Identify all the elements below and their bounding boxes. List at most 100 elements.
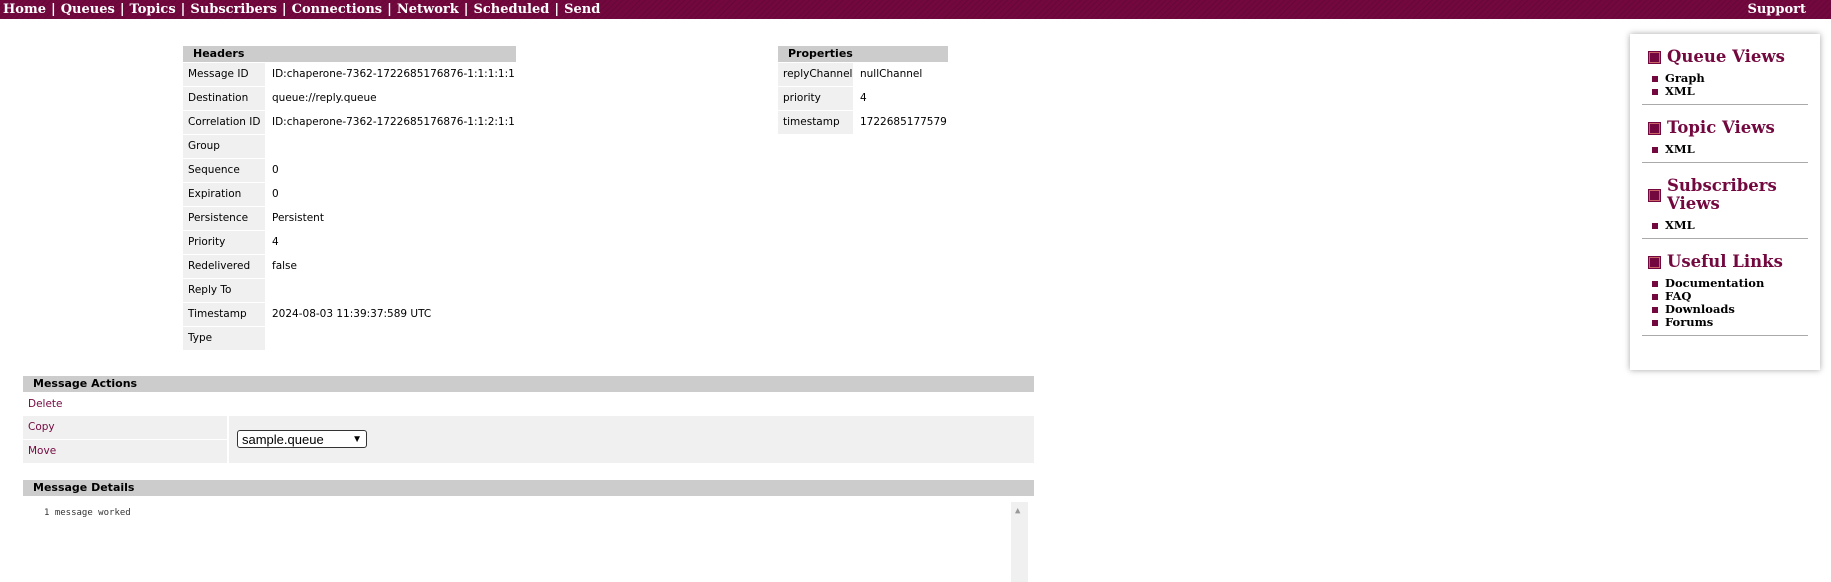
sidebar-section-title: Topic Views	[1667, 118, 1775, 137]
header-key: Group	[183, 135, 265, 158]
table-row: replyChannel nullChannel	[778, 62, 948, 86]
bullet-icon	[1652, 146, 1658, 153]
table-row: Destination queue://reply.queue	[183, 86, 516, 110]
nav-support[interactable]: Support	[1747, 2, 1806, 17]
bullet-icon	[1652, 75, 1658, 82]
bullet-icon	[1652, 280, 1658, 287]
header-value: Persistent	[272, 212, 324, 224]
sidebar-link-list: Graph XML	[1652, 72, 1808, 98]
header-value	[265, 135, 272, 158]
sidebar-section-queue-views: Queue Views Graph XML	[1642, 34, 1808, 105]
bullet-icon	[1652, 306, 1658, 313]
message-body-textarea[interactable]: 1 message worked ▲	[23, 502, 1028, 582]
copy-move-actions: Copy Move	[23, 416, 227, 464]
nav-separator: |	[281, 2, 287, 17]
header-value: queue://reply.queue	[272, 92, 377, 104]
property-key: timestamp	[778, 111, 853, 134]
sidebar-section-title: Queue Views	[1667, 47, 1785, 66]
table-row: priority 4	[778, 86, 948, 110]
bullet-icon	[1652, 319, 1658, 326]
sidebar-title: Subscribers Views	[1648, 177, 1808, 213]
table-row: Persistence Persistent	[183, 206, 516, 230]
message-body-text: 1 message worked	[44, 508, 131, 518]
header-value	[265, 327, 272, 350]
nav-topics[interactable]: Topics	[130, 2, 176, 17]
header-value: ID:chaperone-7362-1722685176876-1:1:2:1:…	[272, 116, 515, 128]
message-details-panel: Message Details 1 message worked ▲	[23, 480, 1034, 582]
square-bullet-icon	[1648, 188, 1661, 202]
destination-select-cell: sample.queue ▼	[229, 416, 1034, 463]
header-key: Destination	[183, 87, 265, 110]
list-item: XML	[1652, 85, 1808, 98]
sidebar-title: Useful Links	[1648, 253, 1808, 271]
sidebar-section-subscribers-views: Subscribers Views XML	[1642, 163, 1808, 239]
table-row: Group	[183, 134, 516, 158]
list-item: XML	[1652, 219, 1808, 232]
header-value	[265, 279, 272, 302]
header-value: ID:chaperone-7362-1722685176876-1:1:1:1:…	[272, 68, 515, 80]
header-key: Expiration	[183, 183, 265, 206]
table-row: Correlation ID ID:chaperone-7362-17226851…	[183, 110, 516, 134]
sidebar-link-xml[interactable]: XML	[1665, 85, 1695, 98]
table-row: Timestamp 2024-08-03 11:39:37:589 UTC	[183, 302, 516, 326]
square-bullet-icon	[1648, 255, 1661, 269]
scroll-up-icon[interactable]: ▲	[1015, 506, 1020, 516]
nav-separator: |	[463, 2, 469, 17]
copy-cell: Copy	[23, 416, 227, 439]
table-row: Reply To	[183, 278, 516, 302]
table-row: Message ID ID:chaperone-7362-172268517687…	[183, 62, 516, 86]
table-row: Priority 4	[183, 230, 516, 254]
nav-home[interactable]: Home	[3, 2, 46, 17]
sidebar-section-title: Useful Links	[1667, 252, 1783, 271]
nav-separator: |	[180, 2, 186, 17]
properties-title: Properties	[778, 46, 948, 62]
copy-link[interactable]: Copy	[28, 421, 55, 433]
nav-connections[interactable]: Connections	[292, 2, 383, 17]
bullet-icon	[1652, 293, 1658, 300]
selected-queue-value: sample.queue	[242, 432, 324, 447]
message-details-title: Message Details	[23, 480, 1034, 496]
destination-queue-select[interactable]: sample.queue ▼	[237, 430, 367, 448]
square-bullet-icon	[1648, 121, 1661, 135]
nav-separator: |	[554, 2, 560, 17]
table-row: Type	[183, 326, 516, 350]
header-key: Timestamp	[183, 303, 265, 326]
header-key: Persistence	[183, 207, 265, 230]
sidebar-link-forums[interactable]: Forums	[1665, 316, 1713, 329]
nav-subscribers[interactable]: Subscribers	[190, 2, 276, 17]
sidebar-link-list: Documentation FAQ Downloads Forums	[1652, 277, 1808, 329]
nav-separator: |	[50, 2, 56, 17]
sidebar-section-topic-views: Topic Views XML	[1642, 105, 1808, 163]
top-nav-bar: Home | Queues | Topics | Subscribers | Connectio…	[0, 0, 1831, 19]
header-key: Priority	[183, 231, 265, 254]
sidebar-section-useful-links: Useful Links Documentation FAQ Downloads…	[1642, 239, 1808, 336]
delete-link[interactable]: Delete	[28, 398, 63, 410]
move-cell: Move	[23, 440, 227, 463]
nav-separator: |	[119, 2, 125, 17]
property-value: 4	[860, 92, 867, 104]
table-row: Redelivered false	[183, 254, 516, 278]
header-value: 0	[272, 164, 279, 176]
list-item: Forums	[1652, 316, 1808, 329]
header-key: Reply To	[183, 279, 265, 302]
headers-title: Headers	[183, 46, 516, 62]
header-key: Redelivered	[183, 255, 265, 278]
move-link[interactable]: Move	[28, 445, 56, 457]
square-bullet-icon	[1648, 50, 1661, 64]
header-value: 4	[272, 236, 279, 248]
table-row: Sequence 0	[183, 158, 516, 182]
nav-scheduled[interactable]: Scheduled	[473, 2, 549, 17]
textarea-scrollbar[interactable]: ▲	[1011, 502, 1028, 582]
nav-queues[interactable]: Queues	[61, 2, 115, 17]
sidebar-section-title: Subscribers Views	[1667, 176, 1777, 213]
sidebar-link-xml[interactable]: XML	[1665, 143, 1695, 156]
properties-table: Properties replyChannel nullChannel prior…	[778, 46, 948, 134]
property-value: 1722685177579	[860, 116, 947, 128]
header-key: Sequence	[183, 159, 265, 182]
nav-send[interactable]: Send	[564, 2, 600, 17]
sidebar-link-xml[interactable]: XML	[1665, 219, 1695, 232]
property-value: nullChannel	[860, 68, 923, 80]
list-item: XML	[1652, 143, 1808, 156]
nav-network[interactable]: Network	[397, 2, 459, 17]
right-sidebar: Queue Views Graph XML Topic Views XML Su…	[1630, 34, 1820, 370]
